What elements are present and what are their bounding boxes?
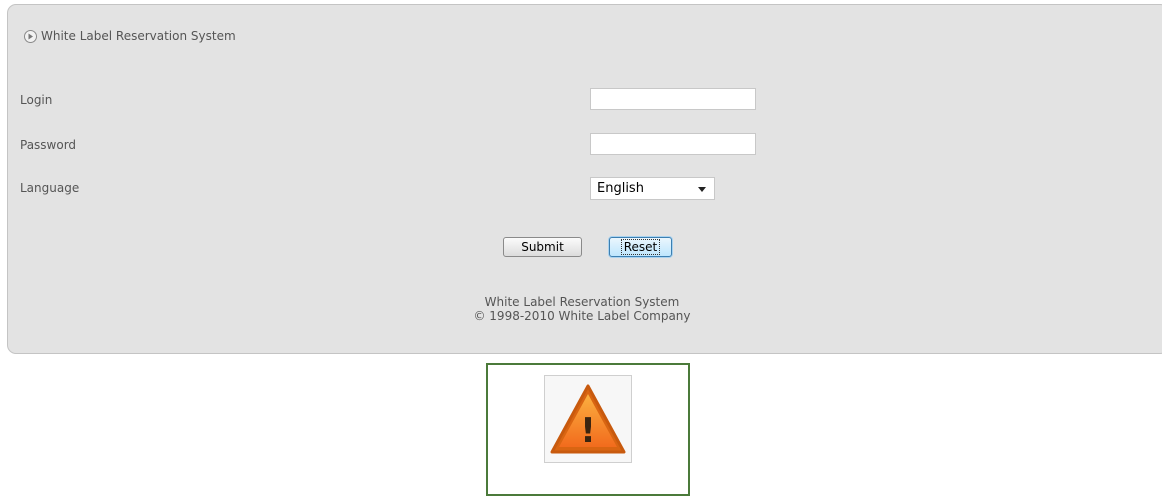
play-circle-icon xyxy=(24,29,37,43)
reset-button[interactable]: Reset xyxy=(609,237,672,257)
warning-tile: ! xyxy=(544,375,632,463)
password-label: Password xyxy=(20,138,77,152)
chevron-down-icon xyxy=(698,187,706,192)
warning-icon: ! xyxy=(550,384,626,454)
language-label: Language xyxy=(20,181,80,195)
submit-button[interactable]: Submit xyxy=(503,237,582,257)
footer: White Label Reservation System © 1998-20… xyxy=(1,295,1162,323)
language-select[interactable]: English xyxy=(590,177,715,200)
warning-frame: ! xyxy=(486,363,690,496)
warning-glyph: ! xyxy=(580,411,596,451)
login-panel: White Label Reservation System Login Pas… xyxy=(7,4,1162,354)
footer-title: White Label Reservation System xyxy=(484,295,680,309)
reset-button-label: Reset xyxy=(620,239,661,255)
login-label: Login xyxy=(20,93,53,107)
language-selected-value: English xyxy=(597,181,644,196)
page-title: White Label Reservation System xyxy=(41,29,236,43)
password-input[interactable] xyxy=(590,133,756,155)
footer-copyright: © 1998-2010 White Label Company xyxy=(473,309,691,323)
panel-header: White Label Reservation System xyxy=(24,29,236,43)
submit-button-label: Submit xyxy=(521,240,564,254)
login-input[interactable] xyxy=(590,88,756,110)
